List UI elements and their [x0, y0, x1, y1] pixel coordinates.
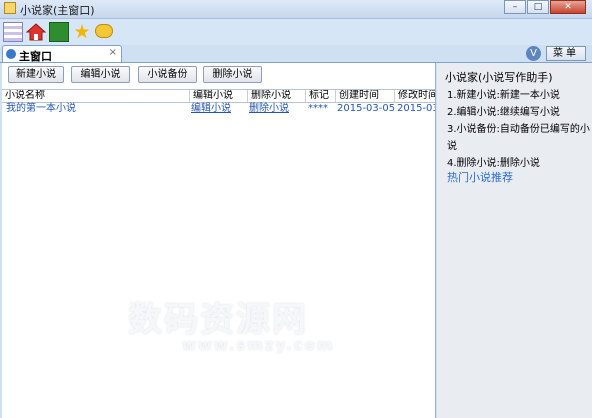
watermark: 数码资源网 www.smzy.com [120, 288, 380, 358]
app-icon [4, 2, 16, 14]
cell-created: 2015-03-05 10 [337, 103, 395, 114]
star-icon[interactable]: ★ [72, 22, 92, 42]
table-row[interactable]: 我的第一本小说 编辑小说 删除小说 **** 2015-03-05 10 201… [2, 102, 435, 115]
menu-icon[interactable] [3, 22, 23, 42]
tab-close-icon[interactable]: × [109, 47, 117, 58]
sidebar-title: 小说家(小说写作助手) [445, 71, 553, 84]
chat-icon[interactable] [95, 24, 113, 38]
window-controls: – □ ✕ [503, 0, 586, 15]
tab-strip: 主窗口 × V 菜单 [0, 45, 592, 63]
tab-main-window[interactable]: 主窗口 × [2, 45, 122, 63]
close-button[interactable]: ✕ [550, 0, 586, 14]
backup-novel-button[interactable]: 小说备份 [138, 66, 197, 83]
col-delete[interactable]: 删除小说 [248, 90, 306, 102]
edit-novel-button[interactable]: 编辑小说 [71, 66, 130, 83]
table-header: 小说名称 编辑小说 删除小说 标记 创建时间 修改时间 [2, 89, 435, 103]
title-bar: 小说家(主窗口) – □ ✕ [0, 0, 592, 19]
watermark-text: 数码资源网 [128, 300, 308, 340]
hot-novels-link[interactable]: 热门小说推荐 [447, 169, 513, 185]
minimize-button[interactable]: – [504, 0, 526, 14]
help-item: 3.小说备份:自动备份已编写的小说 [447, 124, 590, 152]
home-icon[interactable] [26, 22, 46, 42]
col-edit[interactable]: 编辑小说 [190, 90, 248, 102]
cell-modified: 2015-03-0 [397, 103, 435, 114]
tab-label: 主窗口 [19, 50, 52, 63]
edit-link[interactable]: 编辑小说 [191, 102, 247, 115]
col-mark[interactable]: 标记 [306, 90, 336, 102]
col-modified[interactable]: 修改时间 [395, 90, 435, 102]
delete-link[interactable]: 删除小说 [249, 102, 305, 115]
main-panel: 新建小说 编辑小说 小说备份 删除小说 小说名称 编辑小说 删除小说 标记 创建… [2, 63, 436, 418]
menu-button[interactable]: 菜单 [546, 46, 586, 61]
watermark-url: www.smzy.com [182, 336, 335, 354]
toolbar: ★ [0, 19, 592, 45]
game-icon[interactable] [49, 22, 69, 42]
v-button[interactable]: V [526, 46, 541, 61]
help-item: 1.新建小说:新建一本小说 [447, 90, 560, 101]
window-title: 小说家(主窗口) [20, 4, 95, 17]
cell-mark: **** [308, 103, 328, 114]
new-novel-button[interactable]: 新建小说 [8, 66, 64, 83]
col-name[interactable]: 小说名称 [2, 90, 190, 102]
action-bar: 新建小说 编辑小说 小说备份 删除小说 [2, 63, 435, 89]
help-sidebar: 小说家(小说写作助手) 1.新建小说:新建一本小说 2.编辑小说:继续编写小说 … [437, 63, 592, 418]
globe-icon [6, 49, 16, 59]
col-created[interactable]: 创建时间 [336, 90, 395, 102]
cell-name[interactable]: 我的第一本小说 [6, 102, 186, 115]
maximize-button[interactable]: □ [527, 0, 549, 14]
help-item: 2.编辑小说:继续编写小说 [447, 107, 560, 118]
delete-novel-button[interactable]: 删除小说 [203, 66, 262, 83]
